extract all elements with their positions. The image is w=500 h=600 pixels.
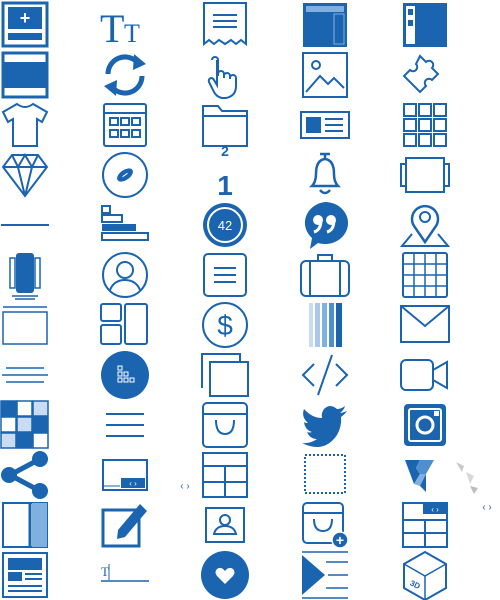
sidebar-layout-icon[interactable]	[400, 0, 450, 50]
arrows-icon[interactable]: ‹ ›	[475, 480, 500, 530]
arrows-icon[interactable]: ‹ ›	[170, 450, 200, 500]
svg-text:T: T	[124, 19, 140, 48]
map-pin-icon[interactable]	[399, 200, 451, 250]
banner-icon[interactable]	[0, 50, 50, 100]
svg-text:‹ ›: ‹ ›	[482, 502, 491, 513]
counter-icon[interactable]: 2 1	[200, 143, 250, 201]
refresh-icon[interactable]	[100, 50, 150, 100]
briefcase-icon[interactable]	[300, 250, 350, 300]
shopping-bag-icon[interactable]	[200, 400, 250, 450]
svg-text:T: T	[101, 564, 109, 579]
football-icon[interactable]	[100, 150, 150, 200]
receipt-icon[interactable]	[200, 0, 250, 50]
svg-text:‹ ›: ‹ ›	[129, 479, 137, 488]
calendar-icon[interactable]	[100, 100, 150, 150]
sitemap-icon[interactable]	[100, 350, 150, 400]
share-icon[interactable]	[0, 450, 50, 500]
video-camera-icon[interactable]	[400, 350, 450, 400]
svg-text:42: 42	[218, 218, 232, 233]
image-icon[interactable]	[300, 50, 350, 100]
svg-text:+: +	[336, 532, 344, 548]
diamond-icon[interactable]	[0, 150, 50, 200]
bell-icon[interactable]	[300, 150, 350, 200]
split-layout-icon[interactable]	[0, 500, 50, 550]
twitter-icon[interactable]	[300, 400, 350, 450]
checker-grid-icon[interactable]	[0, 400, 50, 450]
code-icon[interactable]	[300, 350, 350, 400]
table-grid-icon[interactable]	[400, 250, 450, 300]
text-box-icon[interactable]	[200, 250, 250, 300]
heart-icon[interactable]	[200, 550, 250, 600]
number-badge-icon[interactable]: 42	[200, 200, 250, 250]
edit-icon[interactable]	[100, 500, 150, 550]
svg-text:$: $	[217, 310, 233, 341]
spacer-icon[interactable]	[0, 350, 50, 400]
menu-lines-icon[interactable]	[100, 400, 150, 450]
tiles-icon[interactable]	[100, 300, 150, 350]
color-bars-icon[interactable]	[300, 300, 350, 350]
play-list-icon[interactable]	[300, 550, 350, 600]
contact-card-icon[interactable]	[200, 500, 250, 550]
carousel-icon[interactable]: ‹ ›	[100, 450, 150, 500]
slider-layout-icon[interactable]: ‹ ›	[400, 500, 450, 550]
stack-icon[interactable]	[200, 350, 250, 400]
mega-menu-icon[interactable]	[200, 450, 250, 500]
puzzle-piece-icon[interactable]	[400, 50, 450, 100]
dashed-box-icon[interactable]	[300, 450, 350, 500]
envelope-icon[interactable]	[400, 300, 450, 350]
typography-icon[interactable]: T T	[100, 0, 150, 51]
header-layout-icon[interactable]	[300, 0, 350, 50]
svg-text:1: 1	[217, 170, 233, 201]
text-field-icon[interactable]: T	[100, 550, 150, 600]
svg-text:‹ ›: ‹ ›	[431, 505, 439, 514]
avatar-icon[interactable]	[100, 250, 150, 300]
add-block-icon[interactable]: +	[0, 0, 50, 50]
vertical-card-icon[interactable]	[0, 250, 50, 300]
slider-icon[interactable]	[400, 150, 450, 200]
vertex-logo-icon[interactable]	[400, 450, 450, 500]
progress-bars-icon[interactable]	[100, 200, 150, 250]
svg-text:+: +	[20, 8, 31, 28]
post-card-icon[interactable]	[0, 550, 50, 600]
svg-text:3D: 3D	[409, 578, 422, 591]
instagram-icon[interactable]	[400, 400, 450, 450]
dollar-icon[interactable]: $	[200, 300, 250, 350]
icon-sheet: + T T 2 1 42 $ ‹ › ‹ › ‹ › + ‹ › T 3D	[0, 0, 500, 600]
tshirt-icon[interactable]	[0, 100, 50, 150]
quote-bubble-icon[interactable]	[300, 200, 350, 250]
grid-3x3-icon[interactable]	[400, 100, 450, 150]
tap-gesture-icon[interactable]	[200, 50, 250, 100]
empty-box-icon[interactable]	[0, 300, 50, 350]
svg-text:T: T	[100, 6, 124, 51]
add-to-bag-icon[interactable]: +	[300, 500, 350, 550]
3d-box-icon[interactable]: 3D	[400, 550, 450, 600]
svg-text:2: 2	[221, 143, 229, 159]
media-text-icon[interactable]	[300, 100, 350, 150]
svg-text:‹ ›: ‹ ›	[180, 481, 189, 492]
divider-icon[interactable]	[0, 200, 50, 250]
